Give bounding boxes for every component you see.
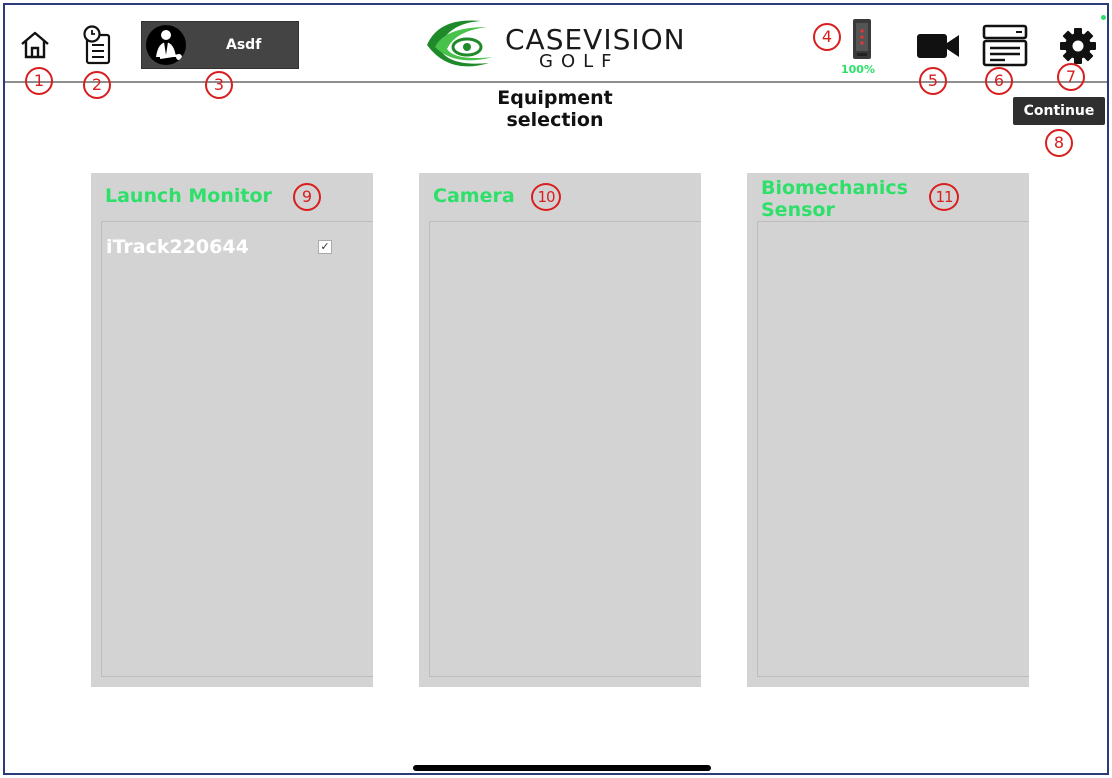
callout-9: 9 (293, 183, 321, 211)
camera-title: Camera (433, 185, 515, 207)
callout-1: 1 (25, 67, 53, 95)
callout-10: 10 (531, 183, 561, 211)
biomechanics-sensor-panel: Biomechanics Sensor 11 (747, 173, 1029, 687)
device-name: iTrack220644 (106, 236, 249, 258)
user-name: Asdf (226, 37, 262, 53)
home-icon[interactable] (19, 29, 51, 61)
continue-button[interactable]: Continue (1013, 97, 1105, 125)
biomechanics-title-line-2: Sensor (761, 199, 835, 221)
callout-8: 8 (1045, 129, 1073, 157)
history-list-icon[interactable] (81, 25, 113, 65)
biomechanics-sensor-list (757, 221, 1029, 677)
biomechanics-sensor-title: Biomechanics Sensor (761, 177, 908, 221)
logo-subtext: GOLF (539, 51, 620, 72)
list-item[interactable]: iTrack220644 ✓ (106, 234, 368, 260)
biomechanics-title-line-1: Biomechanics (761, 177, 908, 199)
home-indicator-bar[interactable] (413, 765, 711, 771)
page-title-line-2: selection (506, 109, 604, 131)
callout-4: 4 (813, 23, 841, 51)
app-frame: 1 2 Asdf 3 CASEVISION GOLF 4 100% 5 6 7 … (3, 3, 1109, 775)
top-bar: 1 2 Asdf 3 CASEVISION GOLF 4 100% 5 6 7 (5, 5, 1107, 99)
launch-monitor-device-icon[interactable] (851, 17, 873, 61)
checkmark-icon[interactable]: ✓ (318, 240, 332, 254)
logo-swoosh-icon (427, 20, 493, 67)
user-profile-button[interactable]: Asdf (141, 21, 299, 69)
callout-2: 2 (83, 71, 111, 99)
status-indicator-dot (1101, 15, 1106, 20)
callout-5: 5 (919, 67, 947, 95)
callout-3: 3 (205, 71, 233, 99)
launch-monitor-panel: Launch Monitor 9 iTrack220644 ✓ (91, 173, 373, 687)
callout-6: 6 (985, 67, 1013, 95)
camera-list (429, 221, 701, 677)
golfer-avatar-icon (146, 25, 186, 65)
server-icon[interactable] (981, 23, 1031, 69)
camera-panel: Camera 10 (419, 173, 701, 687)
callout-7: 7 (1057, 63, 1085, 91)
launch-monitor-title: Launch Monitor (105, 185, 272, 207)
launch-monitor-list: iTrack220644 ✓ (101, 221, 373, 677)
battery-level: 100% (841, 63, 875, 76)
video-camera-icon[interactable] (915, 31, 961, 61)
gear-icon[interactable] (1059, 27, 1097, 65)
page-title-line-1: Equipment (497, 87, 613, 109)
casevision-golf-logo: CASEVISION GOLF (419, 13, 705, 73)
callout-11: 11 (929, 183, 959, 211)
page-title: Equipment selection (465, 87, 645, 131)
